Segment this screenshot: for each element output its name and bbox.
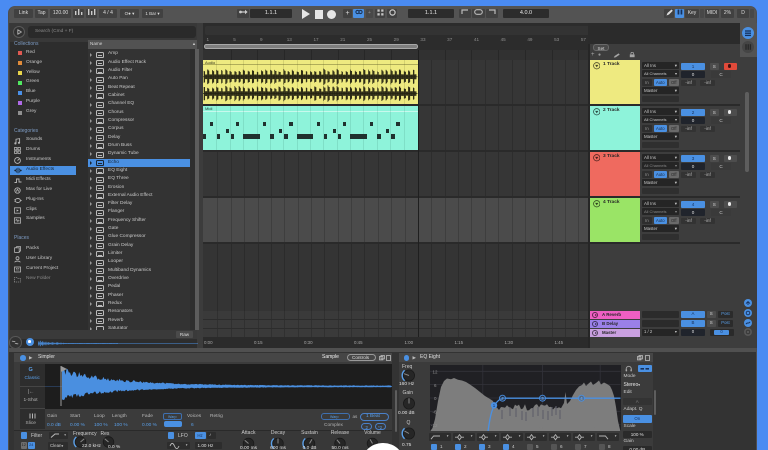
svg-text:10k: 10k xyxy=(594,426,602,431)
svg-text:-6: -6 xyxy=(433,409,437,414)
svg-text:-12: -12 xyxy=(431,422,438,427)
svg-text:100: 100 xyxy=(478,426,486,431)
svg-text:0: 0 xyxy=(434,396,437,401)
svg-text:6: 6 xyxy=(434,382,437,387)
svg-text:12: 12 xyxy=(433,369,439,374)
